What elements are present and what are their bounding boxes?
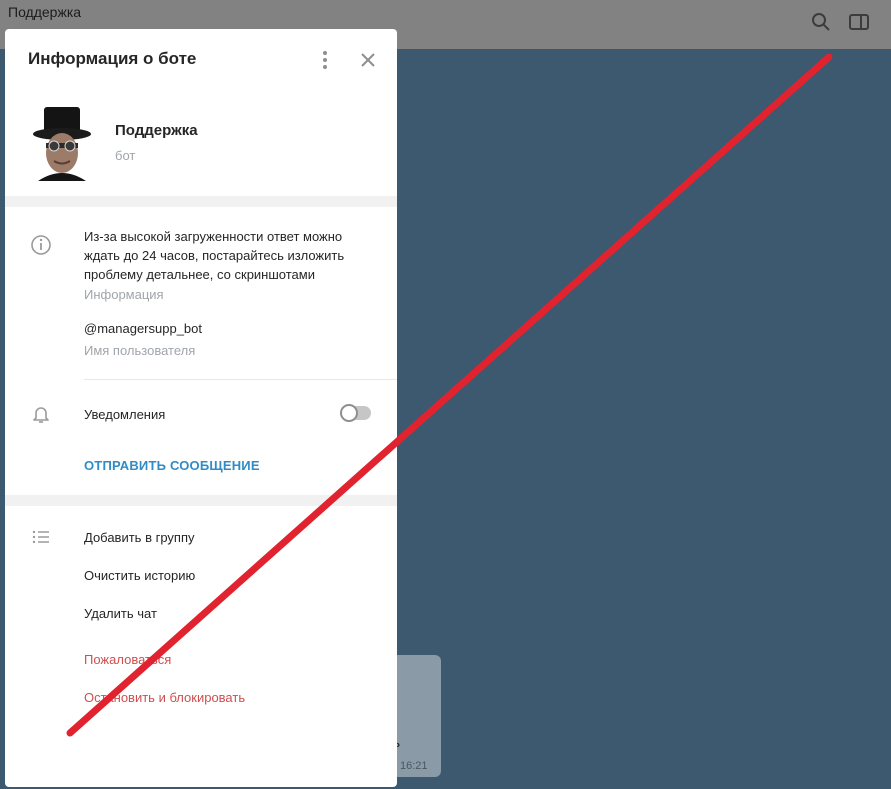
send-message-button[interactable]: ОТПРАВИТЬ СООБЩЕНИЕ — [84, 458, 260, 473]
close-icon[interactable] — [355, 47, 381, 73]
dialog-header: Информация о боте — [5, 29, 397, 91]
sidebar-toggle-icon[interactable] — [848, 11, 870, 33]
username-caption: Имя пользователя — [84, 343, 196, 358]
clear-history-button[interactable]: Очистить историю — [84, 568, 195, 583]
bot-profile: Поддержка бот — [5, 91, 397, 196]
bell-icon — [30, 403, 52, 425]
delete-chat-button[interactable]: Удалить чат — [84, 606, 157, 621]
bot-description: Из-за высокой загруженности ответ можно … — [84, 229, 345, 282]
section-divider — [5, 196, 397, 207]
bot-username[interactable]: @managersupp_bot — [84, 321, 202, 336]
list-icon — [30, 527, 52, 547]
bot-type-label: бот — [115, 148, 136, 163]
description-caption: Информация — [84, 287, 164, 302]
more-vertical-icon[interactable] — [313, 49, 337, 71]
section-divider — [5, 495, 397, 506]
notifications-toggle[interactable] — [340, 404, 371, 422]
report-button[interactable]: Пожаловаться — [84, 652, 171, 667]
divider — [84, 379, 397, 380]
bot-name: Поддержка — [115, 122, 198, 139]
dialog-title: Информация о боте — [28, 49, 197, 68]
avatar[interactable] — [32, 105, 92, 181]
notifications-label: Уведомления — [84, 407, 166, 422]
search-icon[interactable] — [810, 11, 832, 33]
message-time: 16:21 — [400, 760, 428, 772]
stop-and-block-button[interactable]: Остановить и блокировать — [84, 690, 245, 705]
chat-title: Поддержка — [8, 4, 82, 20]
info-icon — [30, 234, 52, 256]
toggle-knob — [340, 404, 358, 422]
add-to-group-button[interactable]: Добавить в группу — [84, 530, 195, 545]
bot-info-dialog: Информация о боте Поддержка бот Из-за вы… — [5, 29, 397, 787]
